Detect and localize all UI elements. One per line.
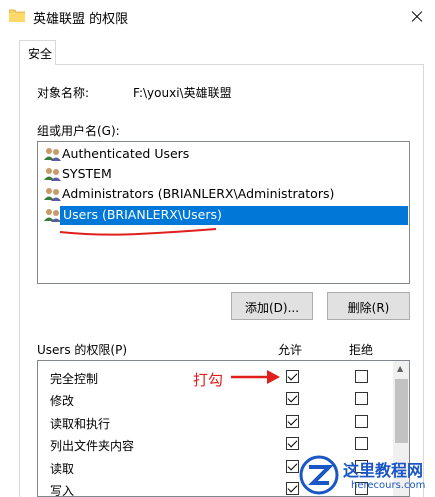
allow-checkbox[interactable] xyxy=(286,460,299,473)
title-bar: 英雄联盟 的权限 xyxy=(0,0,435,34)
permission-name: 读取和执行 xyxy=(50,417,111,431)
group-list-label: 组或用户名(G): xyxy=(37,124,120,138)
list-item[interactable]: Authenticated Users xyxy=(42,144,408,164)
scroll-up-icon[interactable]: ▲ xyxy=(397,364,403,373)
permissions-dialog: 英雄联盟 的权限 安全 对象名称: F:\youxi\英雄联盟 组或用户名(G)… xyxy=(0,0,435,497)
remove-button[interactable]: 删除(R) xyxy=(327,292,410,320)
permission-row: 列出文件夹内容 xyxy=(38,433,393,455)
user-group-icon xyxy=(44,188,61,201)
site-logo-icon xyxy=(299,455,339,495)
deny-checkbox[interactable] xyxy=(355,415,368,428)
annotation-text: 打勾 xyxy=(193,371,224,389)
tab-security[interactable]: 安全 xyxy=(19,40,56,65)
list-item-selected[interactable]: Users (BRIANLERX\Users) xyxy=(42,205,408,225)
list-item[interactable]: SYSTEM xyxy=(42,164,408,184)
folder-icon xyxy=(9,9,25,22)
allow-checkbox[interactable] xyxy=(286,482,299,495)
permission-name: 修改 xyxy=(50,394,75,408)
red-arrow-icon xyxy=(231,370,280,384)
scrollbar-thumb[interactable] xyxy=(395,379,408,443)
allow-column-header: 允许 xyxy=(278,343,303,357)
watermark-title: 这里教程网 xyxy=(343,461,424,480)
list-item[interactable]: Administrators (BRIANLERX\Administrators… xyxy=(42,184,408,204)
deny-checkbox[interactable] xyxy=(355,437,368,450)
watermark-url: herecours.com xyxy=(351,480,426,491)
deny-checkbox[interactable] xyxy=(355,392,368,405)
permissions-title: Users 的权限(P) xyxy=(37,343,128,357)
user-group-icon xyxy=(44,168,61,181)
group-user-list[interactable]: Authenticated Users SYSTEM Administrator… xyxy=(37,141,410,284)
list-item-label: Administrators (BRIANLERX\Administrators… xyxy=(62,186,335,201)
permission-name: 完全控制 xyxy=(50,372,99,386)
list-item-label: Users (BRIANLERX\Users) xyxy=(60,206,408,225)
permission-row: 读取和执行 xyxy=(38,411,393,433)
add-button[interactable]: 添加(D)... xyxy=(231,292,313,320)
deny-column-header: 拒绝 xyxy=(349,343,374,357)
list-item-label: SYSTEM xyxy=(62,166,112,181)
permission-name: 读取 xyxy=(50,462,75,476)
close-icon[interactable] xyxy=(398,0,435,32)
object-name-label: 对象名称: xyxy=(37,86,90,100)
list-item-label: Authenticated Users xyxy=(62,146,190,161)
window-title: 英雄联盟 的权限 xyxy=(33,12,129,27)
permission-row: 修改 xyxy=(38,388,393,410)
permission-name: 列出文件夹内容 xyxy=(50,439,135,453)
permission-name: 写入 xyxy=(50,484,75,497)
object-name-value: F:\youxi\英雄联盟 xyxy=(133,86,232,100)
allow-checkbox[interactable] xyxy=(286,392,299,405)
allow-checkbox[interactable] xyxy=(286,437,299,450)
allow-checkbox[interactable] xyxy=(286,370,299,383)
deny-checkbox[interactable] xyxy=(355,370,368,383)
tab-security-label: 安全 xyxy=(28,47,53,61)
watermark: 这里教程网 herecours.com xyxy=(299,455,435,497)
red-underline-annotation xyxy=(59,228,217,236)
allow-checkbox[interactable] xyxy=(286,415,299,428)
user-group-icon xyxy=(44,148,61,161)
